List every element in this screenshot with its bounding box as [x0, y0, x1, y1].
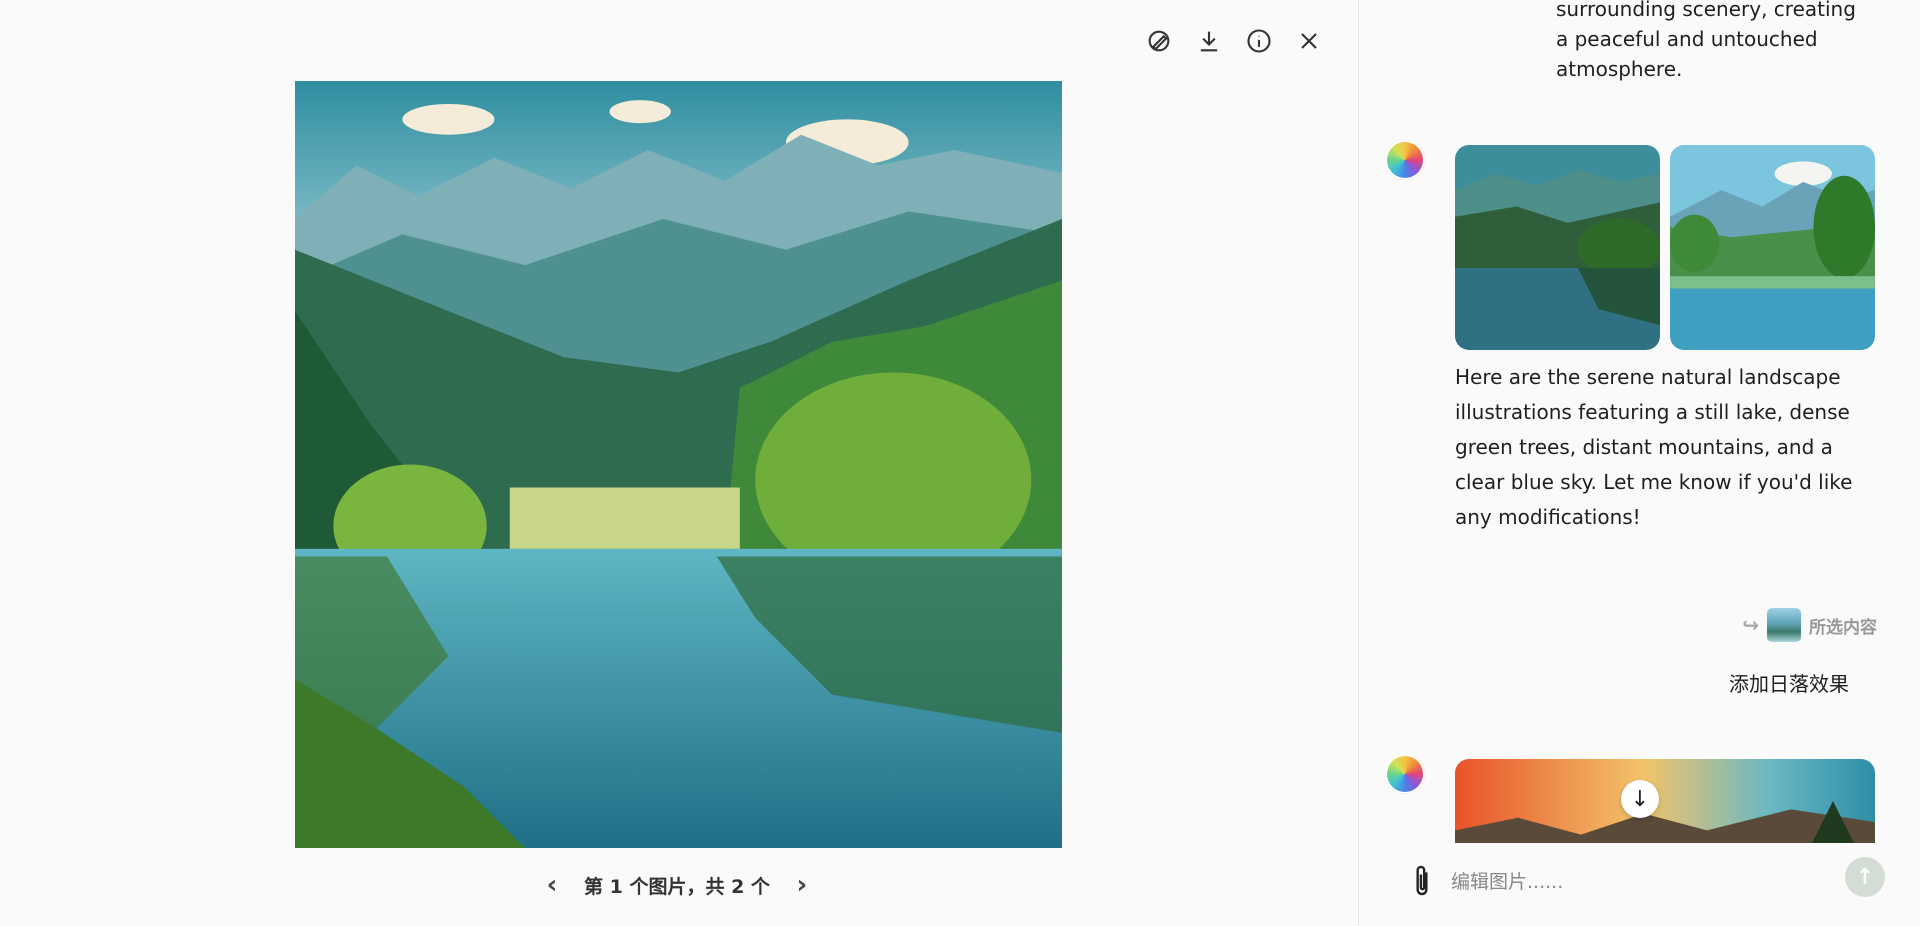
info-icon	[1247, 29, 1271, 53]
image-pager: ‹ 第 1 个图片，共 2 个 ›	[540, 870, 814, 900]
edit-image-input[interactable]	[1449, 861, 1833, 903]
sunset-image-preview[interactable]	[1455, 759, 1875, 843]
result-thumbnail-2[interactable]	[1670, 145, 1875, 350]
close-icon	[1301, 33, 1317, 49]
download-button[interactable]	[1193, 22, 1225, 60]
scroll-down-button[interactable]: ↓	[1621, 780, 1659, 818]
brush-edit-icon	[1148, 30, 1170, 52]
user-message: 添加日落效果	[1729, 672, 1849, 696]
quoted-selection: ↪ 所选内容	[1742, 608, 1877, 642]
reply-arrow-icon: ↪	[1742, 613, 1759, 637]
main-landscape-image	[295, 81, 1062, 848]
info-button[interactable]	[1243, 22, 1275, 60]
quoted-selection-label: 所选内容	[1809, 617, 1877, 638]
pager-label: 第 1 个图片，共 2 个	[584, 875, 770, 898]
next-image-button[interactable]: ›	[790, 870, 814, 900]
download-icon	[1200, 31, 1218, 52]
assistant-avatar	[1385, 754, 1425, 794]
edit-image-button[interactable]	[1143, 22, 1175, 60]
prev-image-button[interactable]: ‹	[540, 870, 564, 900]
quoted-image-thumbnail	[1767, 608, 1801, 642]
previous-message-text: surrounding scenery, creating a peaceful…	[1556, 0, 1856, 81]
chat-panel: surrounding scenery, creating a peaceful…	[1358, 0, 1920, 926]
assistant-reply-text: Here are the serene natural landscape il…	[1455, 365, 1853, 529]
attach-button[interactable]	[1409, 861, 1435, 901]
paperclip-icon	[1416, 865, 1428, 896]
image-viewer: ‹ 第 1 个图片，共 2 个 ›	[0, 0, 1358, 926]
close-button[interactable]	[1293, 22, 1325, 60]
viewer-toolbar	[1143, 22, 1325, 60]
message-composer: ↑	[1359, 843, 1920, 926]
send-button[interactable]: ↑	[1845, 857, 1885, 897]
result-thumbnail-1[interactable]	[1455, 145, 1660, 350]
assistant-avatar	[1385, 140, 1425, 180]
